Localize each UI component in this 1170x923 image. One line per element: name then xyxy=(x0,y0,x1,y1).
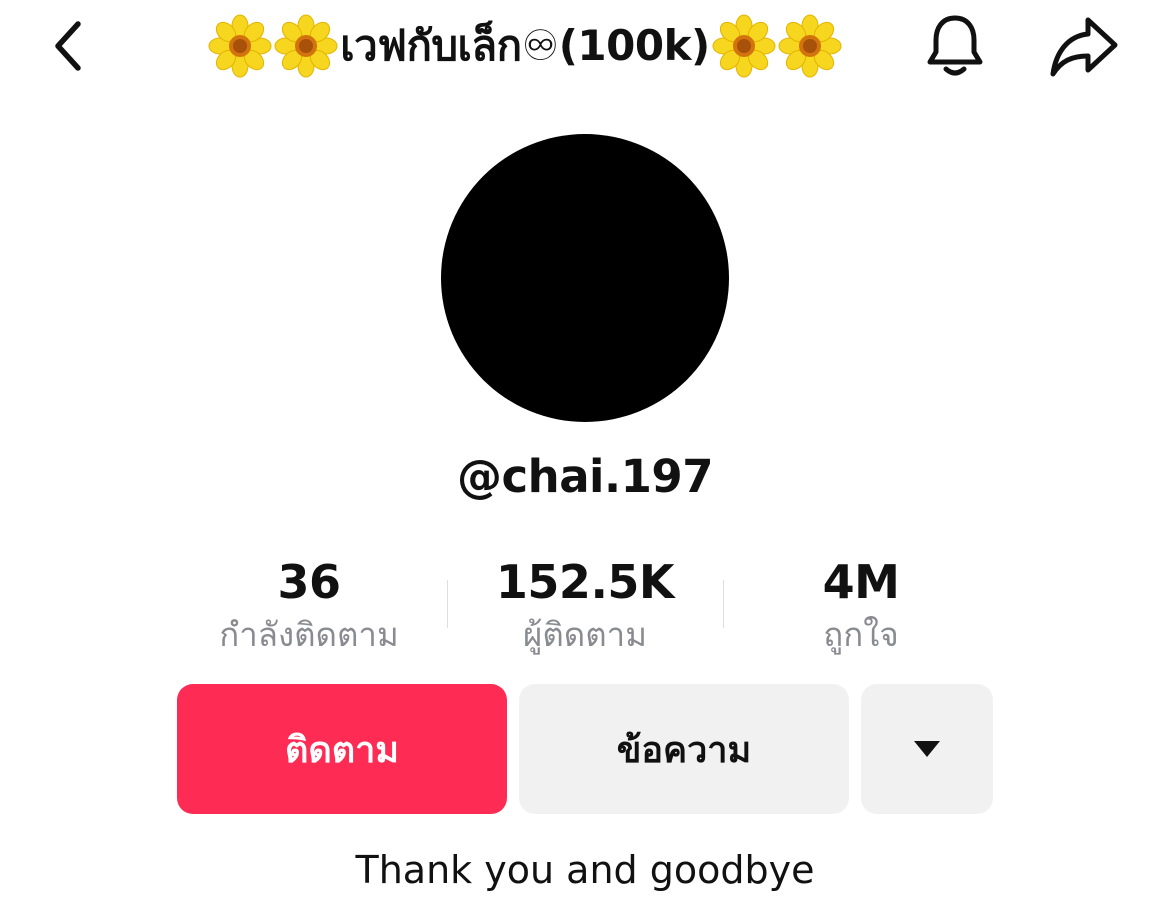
back-button[interactable] xyxy=(40,14,96,78)
sunflower-icon xyxy=(208,14,272,78)
sunflower-icon xyxy=(778,14,842,78)
profile-title-text: เวฟกับเล็ก♾(100k) xyxy=(340,21,710,70)
follow-button[interactable]: ติดตาม xyxy=(177,684,507,814)
bell-icon xyxy=(927,15,983,76)
avatar[interactable] xyxy=(441,134,729,422)
stat-label: ผู้ติดตาม xyxy=(523,615,647,654)
notification-button[interactable] xyxy=(920,8,990,84)
stat-likes: 4M ถูกใจ xyxy=(721,552,1001,662)
profile-title: เวฟกับเล็ก♾(100k) xyxy=(160,10,890,82)
sunflower-icon xyxy=(712,14,776,78)
stat-value: 152.5K xyxy=(495,555,675,609)
username: @chai.197 xyxy=(456,450,714,503)
top-bar: เวฟกับเล็ก♾(100k) xyxy=(0,0,1170,96)
stat-value: 4M xyxy=(822,555,900,609)
more-options-button[interactable] xyxy=(861,684,993,814)
share-button[interactable] xyxy=(1046,10,1122,84)
chevron-left-icon xyxy=(55,21,81,71)
stat-followers[interactable]: 152.5K ผู้ติดตาม xyxy=(445,552,725,662)
bio-text: Thank you and goodbye xyxy=(355,848,815,892)
stat-label: ถูกใจ xyxy=(823,615,899,654)
stat-label: กำลังติดตาม xyxy=(219,615,399,654)
profile-page: เวฟกับเล็ก♾(100k) @chai.197 36 กำลังติดต… xyxy=(0,0,1170,923)
caret-down-icon xyxy=(914,741,940,757)
message-button[interactable]: ข้อความ xyxy=(519,684,849,814)
share-arrow-icon xyxy=(1050,17,1118,77)
stat-following[interactable]: 36 กำลังติดตาม xyxy=(169,552,449,662)
sunflower-icon xyxy=(274,14,338,78)
stat-value: 36 xyxy=(277,555,341,609)
